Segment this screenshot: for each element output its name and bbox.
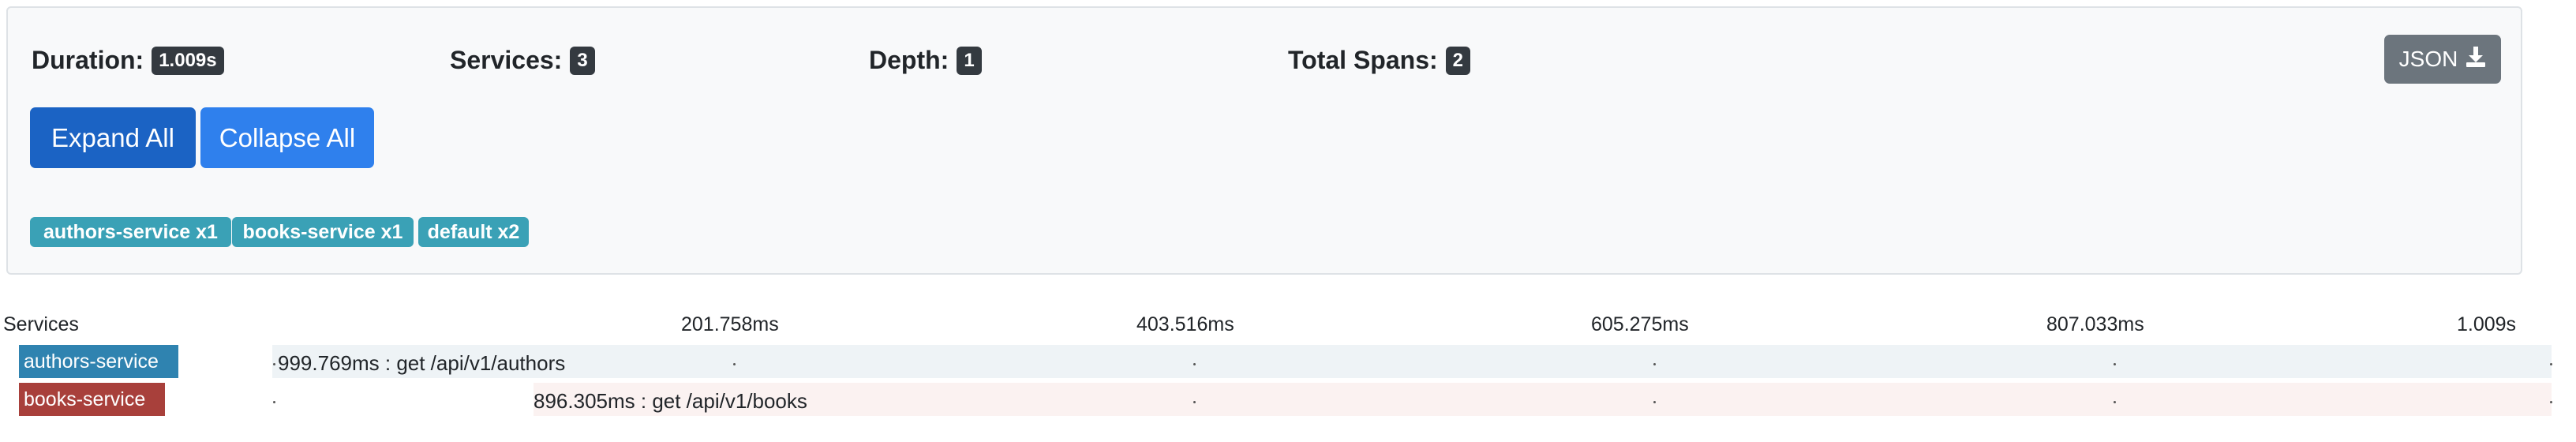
tick-marker: [273, 363, 275, 365]
tick-marker: [273, 401, 275, 403]
trace-summary-panel: Duration: 1.009s Services: 3 Depth: 1 Total…: [6, 6, 2522, 275]
tick-label: 807.033ms: [2046, 313, 2144, 335]
duration-label: Duration:: [32, 46, 144, 75]
span-label-authors: 999.769ms : get /api/v1/authors: [278, 351, 566, 375]
tick-label: 1.009s: [2457, 313, 2517, 335]
tick-marker: [2550, 363, 2552, 365]
tick-marker: [1653, 401, 1656, 403]
total-spans-label: Total Spans:: [1288, 46, 1438, 75]
duration-badge: 1.009s: [152, 46, 224, 75]
tick-marker: [2114, 363, 2116, 365]
json-button-label: JSON: [2398, 47, 2458, 71]
span-bar-books[interactable]: [534, 383, 2552, 416]
expand-all-button[interactable]: Expand All: [30, 107, 196, 168]
services-column-header: Services: [3, 313, 79, 335]
tick-marker: [2550, 401, 2552, 403]
total-spans-stat: Total Spans: 2: [1288, 44, 1470, 75]
tick-label: 403.516ms: [1136, 313, 1234, 335]
services-stat: Services: 3: [450, 44, 595, 75]
services-label: Services:: [450, 46, 563, 75]
tick-marker: [2114, 401, 2116, 403]
service-badge-default: default x2: [418, 217, 529, 247]
tick-marker: [1193, 363, 1196, 365]
service-label-books[interactable]: books-service: [19, 383, 165, 416]
total-spans-badge: 2: [1445, 46, 1470, 75]
tick-marker: [1653, 363, 1656, 365]
span-label-books: 896.305ms : get /api/v1/books: [534, 389, 807, 413]
collapse-all-button[interactable]: Collapse All: [200, 107, 374, 168]
json-download-button[interactable]: JSON: [2384, 35, 2501, 84]
duration-stat: Duration: 1.009s: [32, 44, 224, 75]
tick-marker: [1193, 401, 1196, 403]
tick-marker: [733, 363, 736, 365]
depth-stat: Depth: 1: [869, 44, 982, 75]
service-badge-books: books-service x1: [232, 217, 414, 247]
services-badge: 3: [570, 46, 595, 75]
tick-label: 201.758ms: [681, 313, 779, 335]
service-badge-authors: authors-service x1: [30, 217, 231, 247]
tick-label: 605.275ms: [1591, 313, 1689, 335]
service-label-authors[interactable]: authors-service: [19, 345, 178, 378]
download-icon: [2466, 46, 2486, 73]
depth-badge: 1: [957, 46, 982, 75]
depth-label: Depth:: [869, 46, 949, 75]
span-bar-authors[interactable]: [272, 345, 2552, 378]
